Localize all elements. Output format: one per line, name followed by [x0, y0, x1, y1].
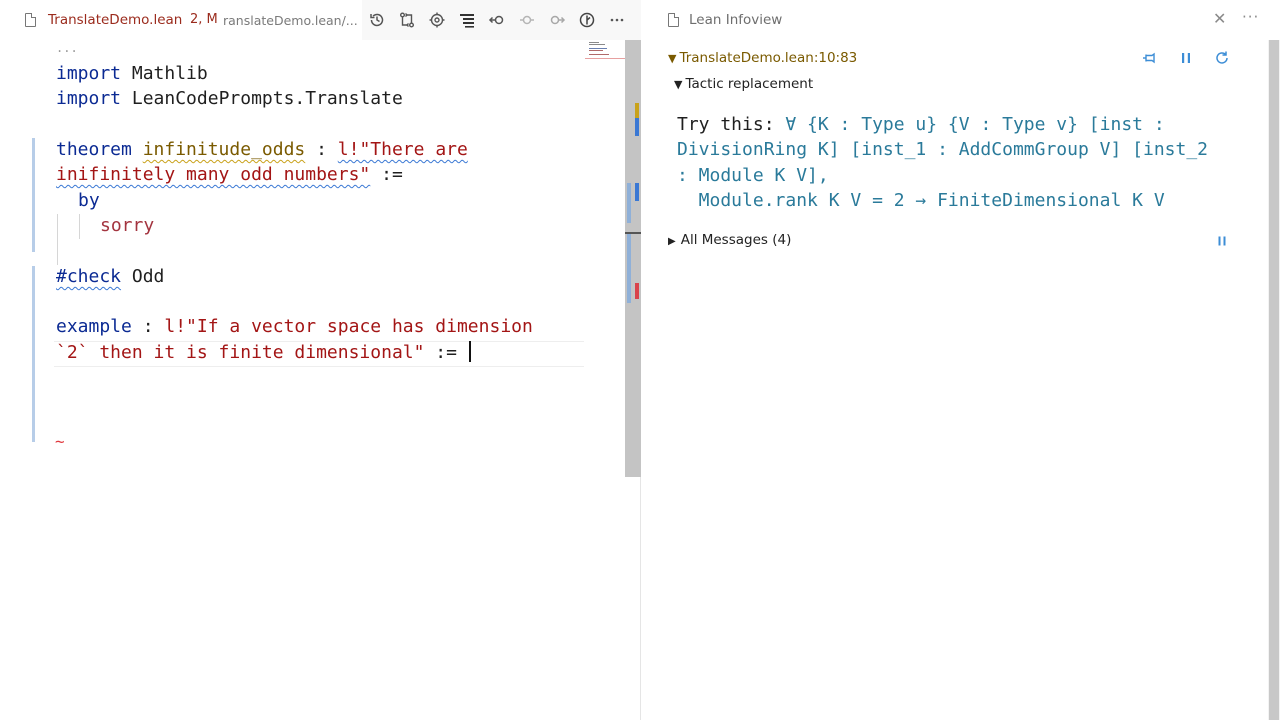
- editor-tab-translatedemo[interactable]: TranslateDemo.lean 2, M ranslateDemo.lea…: [0, 0, 362, 40]
- expand-triangle-icon: ▶: [668, 236, 676, 247]
- code-line-1: import Mathlib: [56, 61, 208, 86]
- code-line-example-cont: `2` then it is finite dimensional" :=: [56, 340, 471, 365]
- keyword: example: [56, 316, 132, 337]
- suggestion-line-3[interactable]: : Module K V],: [677, 163, 1237, 188]
- more-actions-icon[interactable]: ···: [1242, 8, 1259, 26]
- overview-change-marker: [627, 183, 631, 223]
- infoview-title[interactable]: Lean Infoview: [689, 12, 782, 28]
- overview-error-marker: [635, 283, 639, 299]
- tactic-replacement-header[interactable]: ▼ Tactic replacement: [674, 76, 813, 92]
- keyword: import: [56, 63, 122, 84]
- tactic-suggestion[interactable]: Try this: ∀ {K : Type u} {V : Type v} [i…: [677, 112, 1237, 213]
- code-line-check: #check Odd: [56, 264, 164, 289]
- text-cursor: [468, 341, 471, 362]
- tab-filename: TranslateDemo.lean: [48, 12, 183, 28]
- editor-actions: [362, 8, 632, 32]
- suggestion-line-2[interactable]: DivisionRing K] [inst_1 : AddCommGroup V…: [677, 137, 1237, 162]
- code-line-theorem-cont: inifinitely many odd numbers" :=: [56, 162, 403, 187]
- suggestion-text[interactable]: ∀ {K : Type u} {V : Type v} [inst :: [785, 114, 1164, 135]
- all-messages-label: All Messages (4): [680, 232, 792, 248]
- messages-pause-icon[interactable]: [1212, 231, 1232, 251]
- keyword: import: [56, 88, 122, 109]
- file-icon: [25, 13, 36, 27]
- overview-info-marker: [635, 118, 639, 136]
- lean-infoview-pane: Lean Infoview ✕ ··· ▼ TranslateDemo.lean:…: [642, 0, 1280, 720]
- tactic-replacement-label: Tactic replacement: [685, 76, 814, 92]
- string-literal: l!"There are: [337, 139, 468, 160]
- identifier: Odd: [121, 266, 165, 287]
- lean-menu-icon[interactable]: [572, 8, 602, 32]
- string-literal: l!"If a vector space has dimension: [164, 316, 533, 337]
- sorry-tactic: sorry: [100, 215, 155, 236]
- code-line-example: example : l!"If a vector space has dimen…: [56, 314, 533, 339]
- infoview-tab-bar: Lean Infoview ✕ ···: [642, 0, 1280, 40]
- close-icon[interactable]: ✕: [1213, 9, 1226, 28]
- infoview-toggle-icon[interactable]: [452, 8, 482, 32]
- string-literal: `2` then it is finite dimensional": [56, 342, 425, 363]
- end-of-file-error-marker: ~: [55, 432, 65, 451]
- keyword: #check: [56, 266, 122, 287]
- file-icon: [668, 13, 679, 27]
- indent-guide: [57, 214, 58, 265]
- punctuation: :=: [424, 342, 468, 363]
- goal-location: TranslateDemo.lean:10:83: [679, 50, 858, 66]
- gutter-change-marker: [32, 266, 35, 442]
- punctuation: :: [305, 139, 338, 160]
- keyword: theorem: [56, 139, 132, 160]
- overview-cursor-marker: [625, 232, 641, 234]
- lean-goal-icon[interactable]: [422, 8, 452, 32]
- pause-icon[interactable]: [1176, 48, 1196, 68]
- editor-scrollbar[interactable]: [625, 40, 641, 477]
- code-line-2: import LeanCodePrompts.Translate: [56, 86, 403, 111]
- refresh-icon[interactable]: [1212, 48, 1232, 68]
- code-editor[interactable]: ... import Mathlib import LeanCodePrompt…: [0, 40, 625, 720]
- code-line-sorry: sorry: [100, 213, 154, 238]
- compare-changes-icon[interactable]: [392, 8, 422, 32]
- code-line-by: by: [78, 188, 100, 213]
- suggestion-line-1: Try this: ∀ {K : Type u} {V : Type v} [i…: [677, 112, 1237, 137]
- collapse-triangle-icon: ▼: [668, 52, 677, 65]
- tab-path: ranslateDemo.lean/...: [223, 13, 358, 28]
- timeline-icon[interactable]: [362, 8, 392, 32]
- collapse-triangle-icon: ▼: [674, 78, 683, 91]
- gutter-change-marker: [32, 138, 35, 252]
- pin-icon[interactable]: [1139, 48, 1159, 68]
- editor-tab-bar: TranslateDemo.lean 2, M ranslateDemo.lea…: [0, 0, 641, 40]
- overview-change-marker: [627, 233, 631, 303]
- suggestion-lead: Try this:: [677, 114, 786, 135]
- indent-guide: [79, 214, 80, 239]
- module-name: Mathlib: [121, 63, 208, 84]
- infoview-scrollbar[interactable]: [1269, 40, 1279, 720]
- go-forward-icon[interactable]: [542, 8, 572, 32]
- code-line-theorem: theorem infinitude_odds : l!"There are: [56, 137, 468, 162]
- keyword: by: [78, 190, 100, 211]
- minimap[interactable]: [585, 40, 625, 62]
- more-actions-icon[interactable]: [602, 8, 632, 32]
- suggestion-line-4[interactable]: Module.rank K V = 2 → FiniteDimensional …: [677, 188, 1237, 213]
- tab-problem-badge: 2, M: [190, 12, 218, 27]
- go-forward-disabled-icon: [512, 8, 542, 32]
- string-literal: inifinitely many odd numbers": [56, 164, 371, 185]
- theorem-name: infinitude_odds: [142, 139, 306, 160]
- all-messages-header[interactable]: ▶ All Messages (4): [668, 232, 791, 248]
- punctuation: :: [131, 316, 165, 337]
- punctuation: :=: [370, 164, 403, 185]
- overview-info-marker: [635, 183, 639, 201]
- go-back-icon[interactable]: [482, 8, 512, 32]
- goal-location-header[interactable]: ▼ TranslateDemo.lean:10:83: [668, 50, 857, 66]
- module-name: LeanCodePrompts.Translate: [121, 88, 403, 109]
- folded-region-indicator[interactable]: ...: [56, 42, 78, 54]
- editor-pane: TranslateDemo.lean 2, M ranslateDemo.lea…: [0, 0, 641, 720]
